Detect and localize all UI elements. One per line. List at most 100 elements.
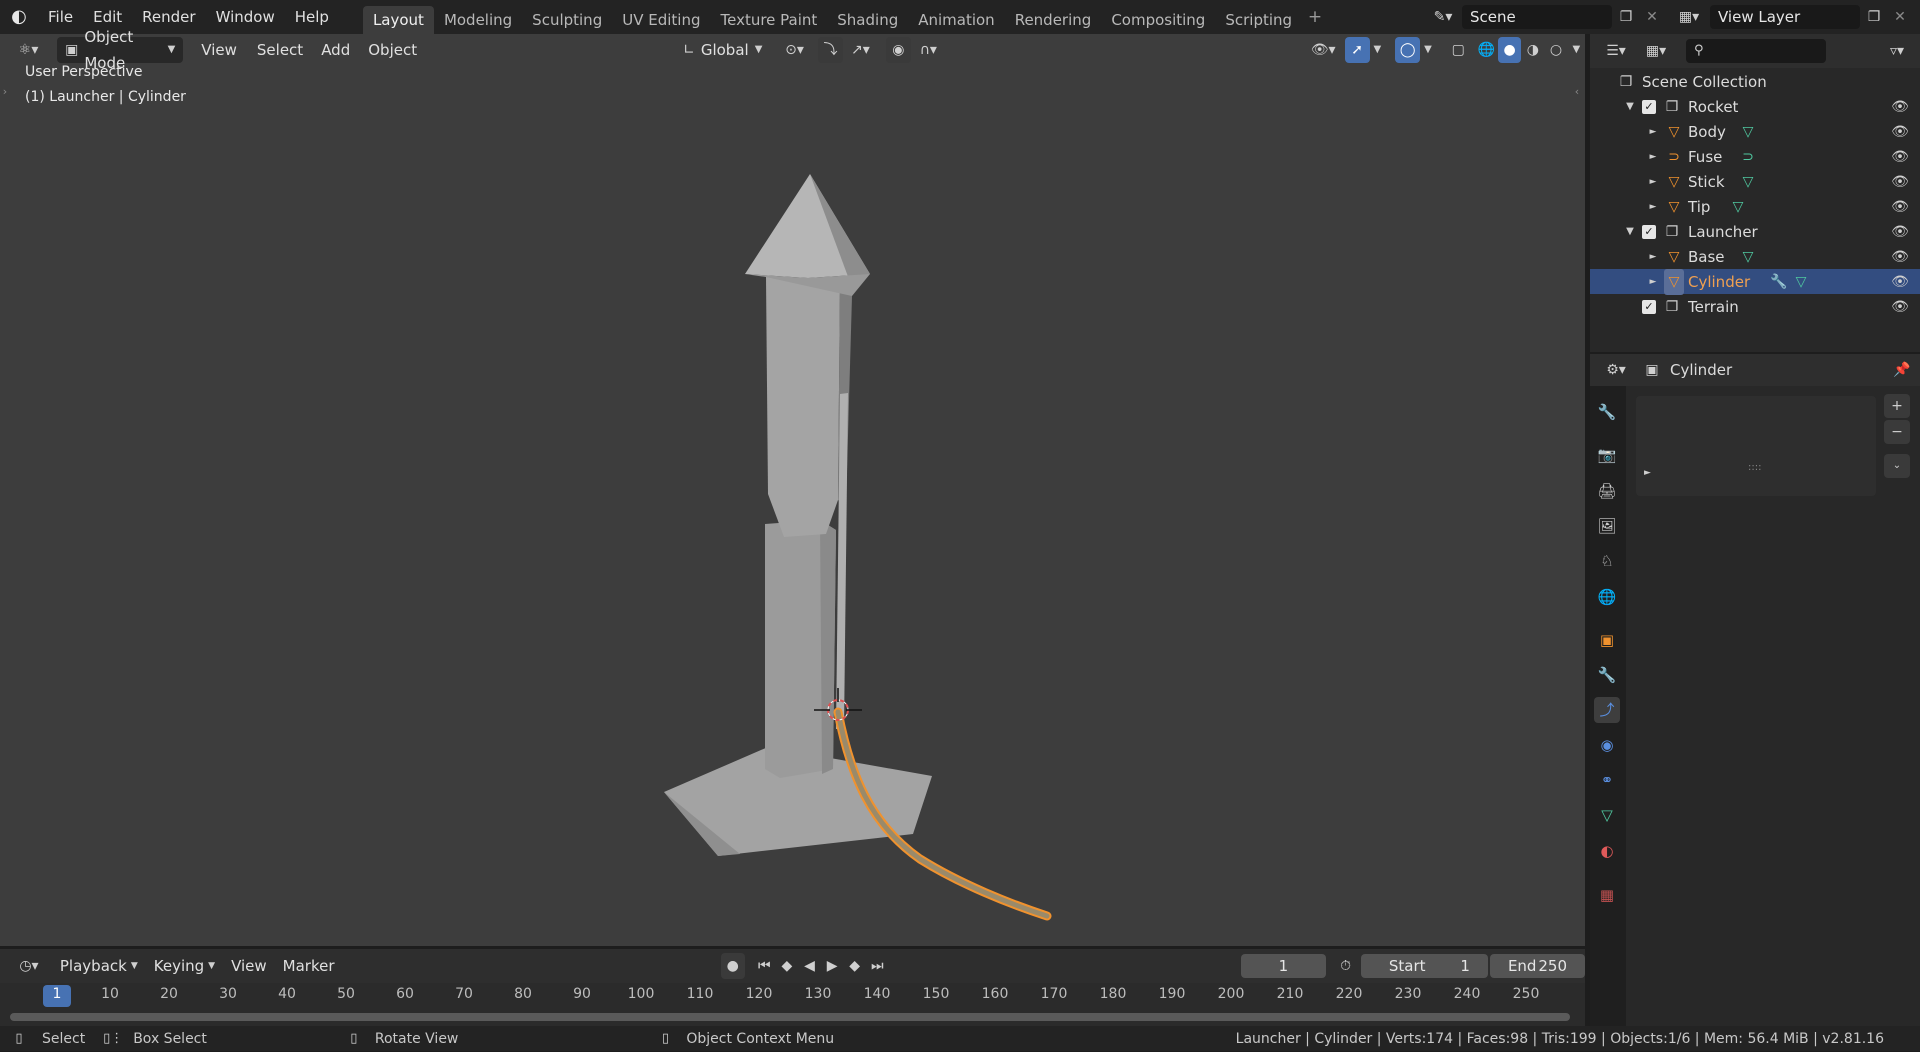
tab-scripting[interactable]: Scripting [1215,6,1302,34]
properties-editor-type-icon[interactable]: ⚙▾ [1598,357,1634,383]
mesh-data-icon[interactable]: ▽ [1738,244,1758,270]
jump-end-icon[interactable]: ⏭ [866,953,889,979]
filter-icon[interactable]: ▿▾ [1880,38,1914,64]
expand-arrow-icon[interactable]: ► [1648,244,1658,270]
record-icon[interactable]: ● [720,953,746,979]
expand-arrow-icon[interactable]: ► [1648,194,1658,220]
tab-compositing[interactable]: Compositing [1101,6,1215,34]
mesh-data-icon[interactable]: ▽ [1738,169,1758,195]
visibility-icon[interactable]: 👁▾ [1306,37,1341,63]
checkbox-icon[interactable]: ✓ [1642,299,1656,314]
area-divider-horizontal[interactable] [0,946,1585,949]
shape-keys-list[interactable]: ► :::: [1636,396,1876,496]
material-shading-icon[interactable]: ◑ [1521,37,1544,63]
outliner-row-stick[interactable]: ► ▽ Stick ▽ 👁 [1590,169,1920,194]
overlays-toggle-icon[interactable]: ◯ [1395,37,1421,63]
timeline-scrollbar[interactable] [10,1013,1570,1021]
eye-icon[interactable]: 👁 [1890,169,1910,195]
menu-window[interactable]: Window [206,0,285,34]
add-shape-key-icon[interactable]: + [1884,394,1910,418]
next-keyframe-icon[interactable]: ◆ [843,953,866,979]
editor-type-icon[interactable]: ⚛▾ [8,37,49,63]
view-layer-browse-icon[interactable]: ▦▾ [1672,4,1706,30]
3d-viewport[interactable]: User Perspective (1) Launcher | Cylinder… [0,34,1585,946]
playback-menu[interactable]: Playback ▼ [52,953,146,979]
eye-icon[interactable]: 👁 [1890,269,1910,295]
remove-shape-key-icon[interactable]: − [1884,420,1910,444]
outliner-row-body[interactable]: ► ▽ Body ▽ 👁 [1590,119,1920,144]
proportional-edit-icon[interactable]: ◉ [885,37,911,63]
list-expand-icon[interactable]: ► [1644,460,1651,486]
tab-animation[interactable]: Animation [908,6,1004,34]
modifiers-tab-icon[interactable]: 🔧 [1594,662,1620,688]
expand-arrow-icon[interactable]: ▼ [1624,219,1636,245]
falloff-icon[interactable]: ∩▾ [911,37,946,63]
shading-menu-icon[interactable]: ▼ [1568,37,1585,63]
tab-rendering[interactable]: Rendering [1005,6,1102,34]
menu-add[interactable]: Add [313,37,358,63]
solid-shading-icon[interactable]: ● [1498,37,1522,63]
marker-menu[interactable]: Marker [275,953,343,979]
menu-help[interactable]: Help [285,0,339,34]
pivot-point-icon[interactable]: ⊙▾ [777,37,812,63]
rendered-shading-icon[interactable]: ○ [1544,37,1567,63]
new-scene-icon[interactable]: ❐ [1614,4,1638,30]
eye-icon[interactable]: 👁 [1890,94,1910,120]
delete-scene-icon[interactable]: ✕ [1640,4,1664,30]
toolbar-toggle-icon[interactable]: › [0,79,10,105]
mesh-data-icon[interactable]: ▽ [1728,194,1748,220]
scene-name-field[interactable]: Scene [1462,5,1612,29]
outliner-row-rocket[interactable]: ▼ ✓ ❐ Rocket 👁 [1590,94,1920,119]
constraints-tab-icon[interactable]: ⚭ [1594,767,1620,793]
snap-toggle-icon[interactable]: ⤵ [817,37,844,63]
eye-icon[interactable]: 👁 [1890,119,1910,145]
curve-data-icon[interactable]: ⊃ [1738,144,1758,170]
texture-tab-icon[interactable]: ▦ [1594,882,1620,908]
delete-view-layer-icon[interactable]: ✕ [1888,4,1912,30]
eye-icon[interactable]: 👁 [1890,194,1910,220]
shape-key-specials-icon[interactable]: ⌄ [1884,454,1910,478]
checkbox-icon[interactable]: ✓ [1642,99,1656,114]
scene-browse-icon[interactable]: ✎▾ [1428,4,1458,30]
physics-tab-icon[interactable]: ◉ [1594,732,1620,758]
snap-target-icon[interactable]: ↗▾ [843,37,878,63]
scene-tab-icon[interactable]: ♘ [1594,548,1620,574]
tab-modeling[interactable]: Modeling [434,6,522,34]
blender-logo-icon[interactable]: ◐ [0,4,38,30]
start-frame-field[interactable]: Start 1 [1360,954,1488,978]
eye-icon[interactable]: 👁 [1890,144,1910,170]
menu-select[interactable]: Select [249,37,311,63]
sidebar-toggle-icon[interactable]: ‹ [1571,79,1583,105]
area-divider-vertical[interactable] [1585,34,1590,1026]
timeline-view-menu[interactable]: View [223,953,275,979]
mesh-data-icon[interactable]: ▽ [1790,269,1812,295]
scene-collection-row[interactable]: ❐ Scene Collection [1590,69,1920,94]
tab-layout[interactable]: Layout [362,6,434,34]
tab-sculpting[interactable]: Sculpting [522,6,612,34]
tab-shading[interactable]: Shading [827,6,908,34]
outliner-row-terrain[interactable]: ✓ ❐ Terrain 👁 [1590,294,1920,319]
new-view-layer-icon[interactable]: ❐ [1862,4,1886,30]
outliner-row-launcher[interactable]: ▼ ✓ ❐ Launcher 👁 [1590,219,1920,244]
outliner-editor-type-icon[interactable]: ☰▾ [1598,38,1634,64]
object-data-tab-icon[interactable]: ▽ [1594,802,1620,828]
expand-arrow-icon[interactable]: ► [1648,119,1658,145]
expand-arrow-icon[interactable]: ► [1648,169,1658,195]
eye-icon[interactable]: 👁 [1890,294,1910,320]
outliner-search-input[interactable]: ⚲ [1686,39,1826,63]
end-frame-field[interactable]: End 250 [1489,954,1586,978]
material-tab-icon[interactable]: ◐ [1594,838,1620,864]
menu-view[interactable]: View [193,37,245,63]
expand-arrow-icon[interactable]: ► [1648,144,1658,170]
keying-menu[interactable]: Keying ▼ [146,953,223,979]
mesh-data-icon[interactable]: ▽ [1738,119,1758,145]
outliner-row-cylinder[interactable]: ► ▽ Cylinder 🔧 ▽ 👁 [1590,268,1920,295]
view-layer-field[interactable]: View Layer [1710,5,1860,29]
overlays-menu-icon[interactable]: ▼ [1420,37,1435,63]
wireframe-shading-icon[interactable]: 🌐 [1475,37,1498,63]
particles-tab-icon[interactable]: ⤴ [1594,697,1620,723]
display-mode-icon[interactable]: ▦▾ [1638,38,1674,64]
expand-arrow-icon[interactable]: ► [1648,269,1658,295]
gizmo-menu-icon[interactable]: ▼ [1370,37,1385,63]
object-tab-icon[interactable]: ▣ [1594,627,1620,653]
